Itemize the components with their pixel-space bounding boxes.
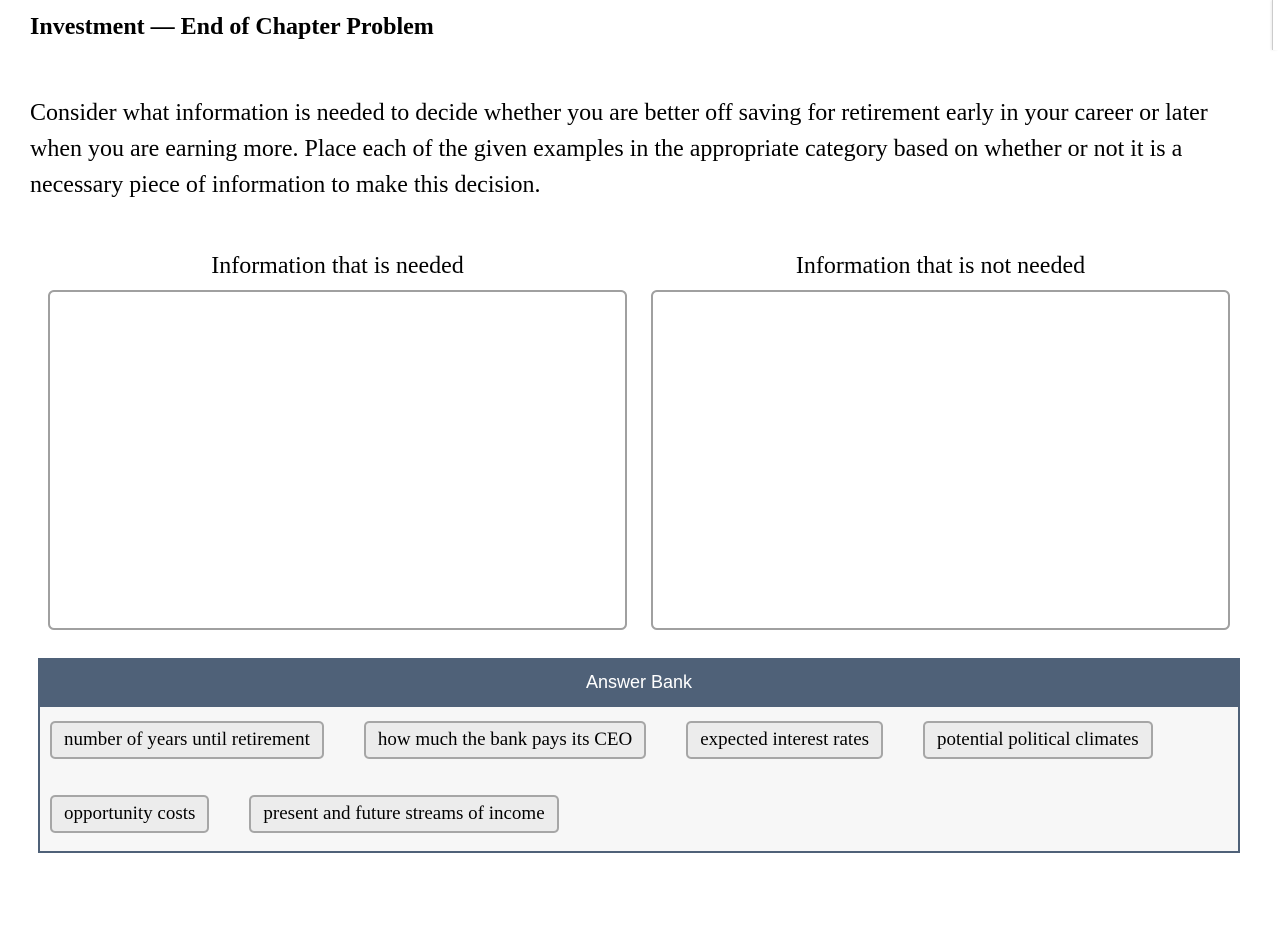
column-not-needed-label: Information that is not needed — [796, 253, 1085, 280]
answer-item[interactable]: present and future streams of income — [249, 795, 558, 833]
column-not-needed: Information that is not needed — [651, 253, 1230, 630]
drop-columns: Information that is needed Information t… — [30, 253, 1248, 630]
drop-box-needed[interactable] — [48, 290, 627, 630]
answer-bank-header: Answer Bank — [38, 658, 1240, 707]
answer-bank: Answer Bank number of years until retire… — [38, 658, 1240, 853]
column-needed: Information that is needed — [48, 253, 627, 630]
column-needed-label: Information that is needed — [211, 253, 464, 280]
answer-item[interactable]: how much the bank pays its CEO — [364, 721, 646, 759]
page-title: Investment — End of Chapter Problem — [30, 0, 1248, 51]
question-text: Consider what information is needed to d… — [30, 95, 1248, 203]
answer-item[interactable]: opportunity costs — [50, 795, 209, 833]
drop-box-not-needed[interactable] — [651, 290, 1230, 630]
answer-item[interactable]: potential political climates — [923, 721, 1153, 759]
answer-item[interactable]: expected interest rates — [686, 721, 883, 759]
answer-item[interactable]: number of years until retirement — [50, 721, 324, 759]
answer-bank-body: number of years until retirement how muc… — [38, 707, 1240, 853]
page-wrapper: Investment — End of Chapter Problem Cons… — [0, 0, 1278, 853]
